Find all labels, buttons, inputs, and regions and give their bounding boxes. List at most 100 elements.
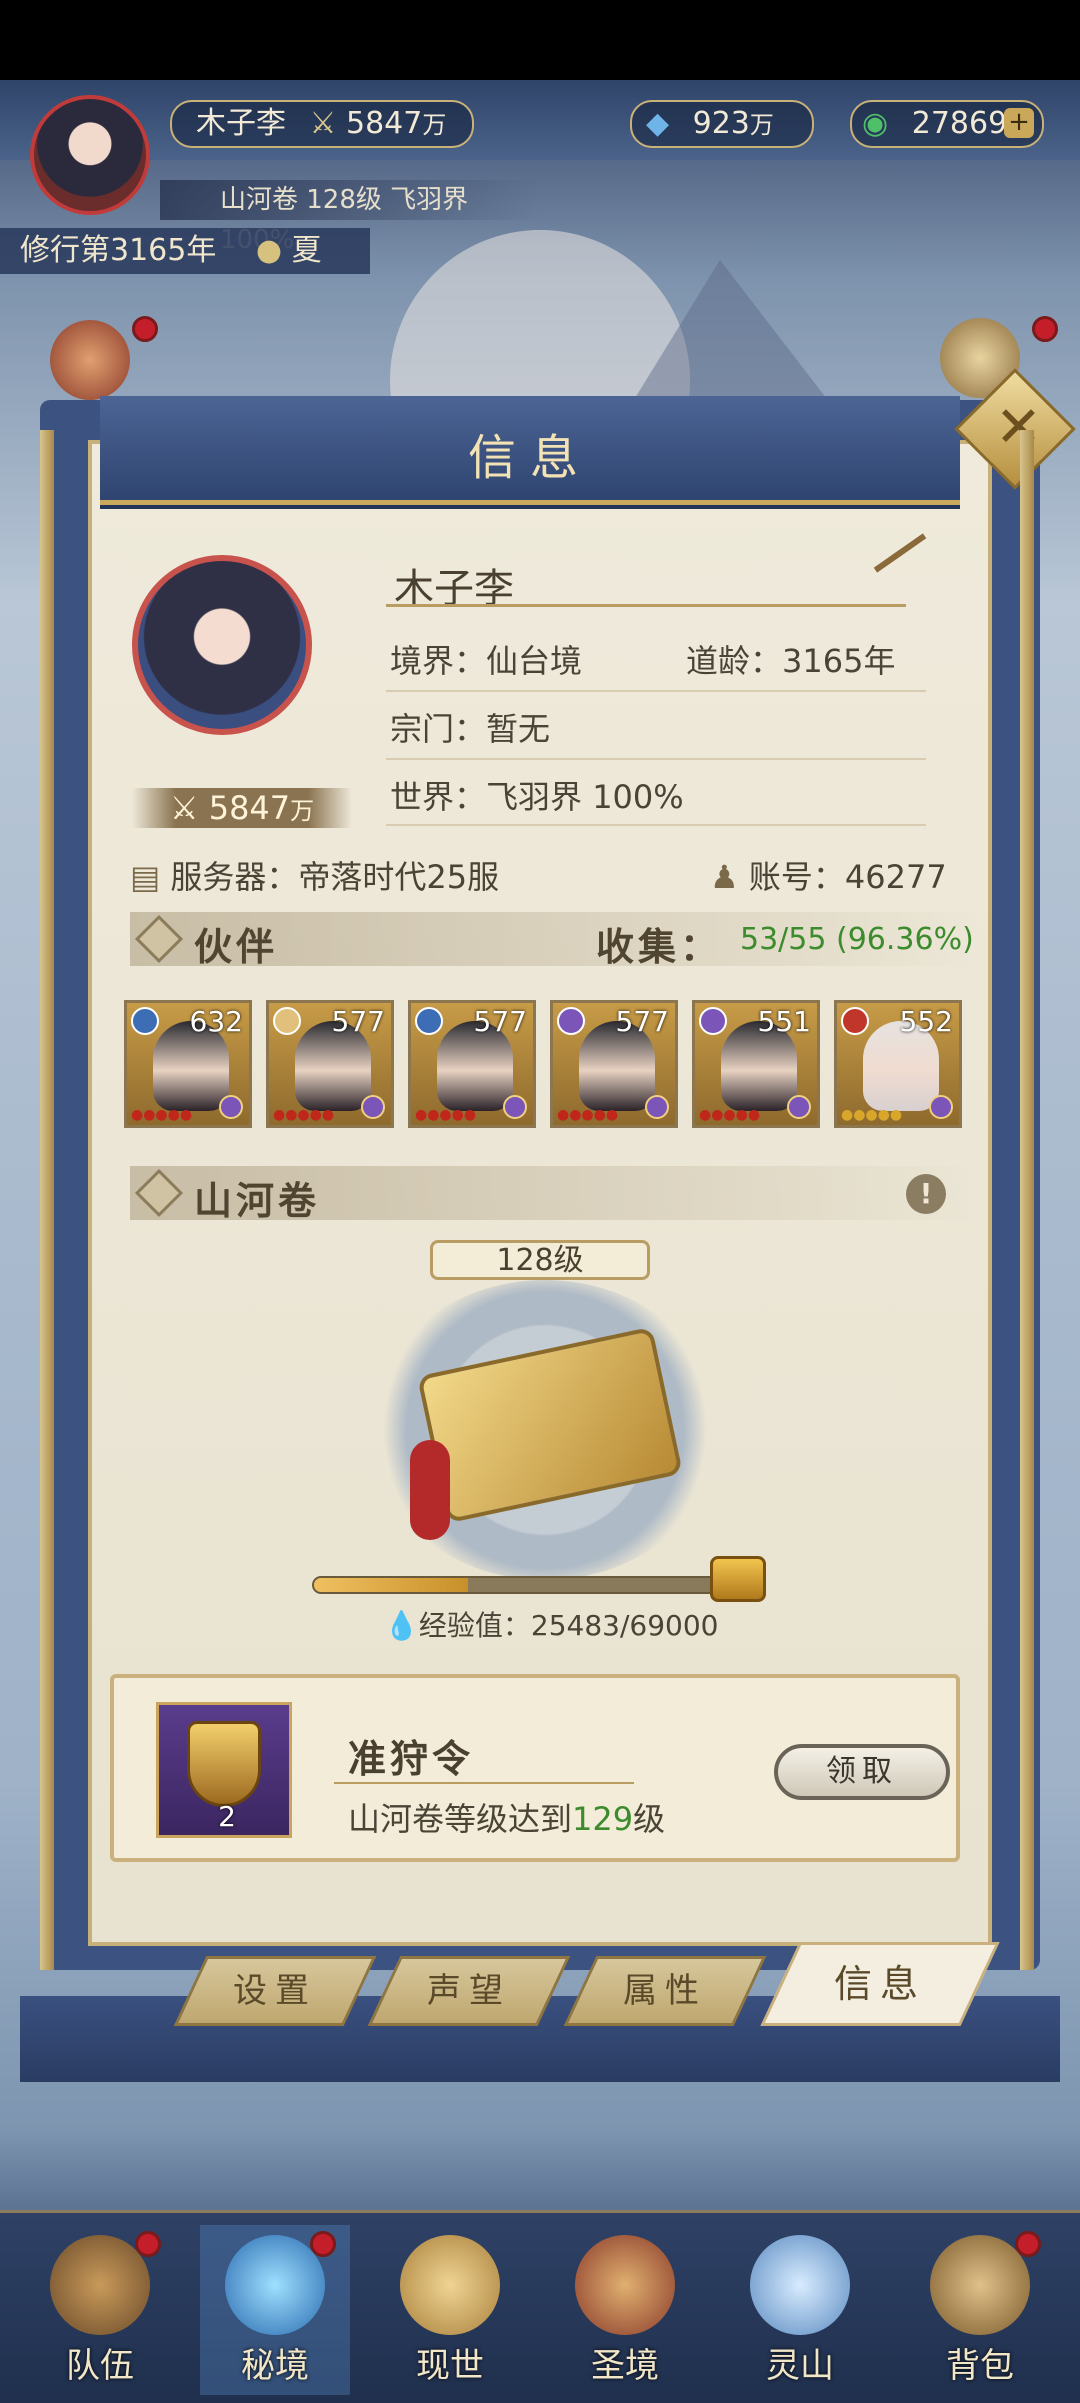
nav-bag[interactable]: 背包 — [905, 2225, 1055, 2395]
dialog-title: 信息 — [467, 430, 592, 486]
element-icon — [841, 1007, 869, 1035]
tab-info[interactable]: 信息 — [760, 1942, 1000, 2026]
partner-card[interactable]: 551 ●●●●● — [692, 1000, 820, 1128]
star-icons: ●●●●● — [273, 1107, 335, 1123]
spirit-stones: 923 — [692, 106, 750, 141]
nav-secret-realm[interactable]: 秘境 — [200, 2225, 350, 2395]
exp-bar — [312, 1576, 732, 1594]
server-value: 帝落时代25服 — [298, 858, 500, 896]
mountain-icon — [750, 2235, 850, 2335]
class-icon — [503, 1095, 527, 1119]
account-icon: ♟ — [710, 858, 749, 896]
spirit-stone-pill[interactable]: ◆ 923万 — [630, 100, 814, 148]
claim-button[interactable]: 领取 — [774, 1744, 950, 1800]
task-item-count: 2 — [218, 1800, 236, 1833]
task-item[interactable]: 2 — [156, 1702, 292, 1838]
scroll-ribbon — [410, 1440, 450, 1540]
nav-spirit-mountain[interactable]: 灵山 — [725, 2225, 875, 2395]
partner-card[interactable]: 552 ●●●●● — [834, 1000, 962, 1128]
world-row: 世界：飞羽界 100% — [390, 772, 684, 818]
player-name: 木子李 — [196, 106, 286, 141]
task-title: 准狩令 — [348, 1736, 475, 1781]
tab-label: 属性 — [623, 1971, 707, 2011]
treasure-chest-icon[interactable] — [710, 1556, 766, 1602]
task-card: 2 准狩令 山河卷等级达到129级 领取 — [110, 1674, 960, 1862]
server-label: 服务器： — [170, 858, 299, 896]
age-value: 3165年 — [782, 642, 896, 680]
name-power-pill: 木子李 ⚔ 5847万 — [170, 100, 474, 148]
combat-power: 5847 — [346, 106, 423, 141]
account-value: 46277 — [844, 858, 947, 896]
jade-icon: ◉ — [862, 106, 889, 141]
jade-count: 27869 — [911, 106, 1008, 141]
nav-team[interactable]: 队伍 — [25, 2225, 175, 2395]
nav-label: 灵山 — [766, 2346, 834, 2386]
realm-label: 境界： — [390, 642, 487, 680]
spirit-unit: 万 — [749, 111, 774, 139]
power-icon: ⚔ — [309, 106, 337, 141]
element-icon — [557, 1007, 585, 1035]
profile-power-unit: 万 — [290, 797, 315, 825]
world-value: 飞羽界 100% — [486, 778, 684, 816]
class-icon — [787, 1095, 811, 1119]
info-icon[interactable]: ! — [906, 1174, 946, 1214]
star-icons: ●●●●● — [131, 1107, 193, 1123]
realm-row: 境界：仙台境 — [390, 636, 582, 682]
scroll-header: 山河卷 ! — [130, 1166, 980, 1223]
profile-power: 5847 — [208, 789, 291, 827]
partner-card[interactable]: 577 ●●●●● — [266, 1000, 394, 1128]
sect-row: 宗门：暂无 — [390, 704, 550, 750]
element-icon — [273, 1007, 301, 1035]
task-desc-suffix: 级 — [633, 1800, 666, 1838]
collect-value: 53/55 (96.36%) — [740, 922, 974, 957]
cultivation-year: 修行第3165年 — [20, 233, 217, 268]
side-gourd-left[interactable] — [50, 320, 130, 400]
player-avatar[interactable] — [30, 95, 150, 215]
scroll-level: 128级 — [496, 1243, 584, 1278]
class-icon — [929, 1095, 953, 1119]
notification-dot — [310, 2231, 336, 2257]
jade-pill[interactable]: ◉ 27869 + — [850, 100, 1044, 148]
collect-label: 收集： — [596, 924, 723, 969]
star-icons: ●●●●● — [557, 1107, 619, 1123]
partner-card[interactable]: 577 ●●●●● — [408, 1000, 536, 1128]
account-row: ♟ 账号：46277 — [710, 852, 947, 898]
partner-card[interactable]: 577 ●●●●● — [550, 1000, 678, 1128]
nav-label: 背包 — [946, 2346, 1014, 2386]
spirit-stone-icon: ◆ — [646, 106, 670, 141]
exp-bar-fill — [314, 1578, 468, 1592]
nav-world[interactable]: 现世 — [375, 2225, 525, 2395]
dialog-title-bar: 信息 — [100, 396, 960, 505]
nav-label: 队伍 — [66, 2346, 134, 2386]
nav-holy-realm[interactable]: 圣境 — [550, 2225, 700, 2395]
palace-icon — [575, 2235, 675, 2335]
realm-value: 仙台境 — [486, 642, 583, 680]
task-title-underline — [334, 1782, 634, 1784]
tab-settings[interactable]: 设置 — [173, 1956, 377, 2026]
profile-avatar[interactable] — [132, 555, 312, 735]
add-icon[interactable]: + — [1004, 108, 1034, 138]
exp-row: 💧经验值：25483/69000 — [384, 1604, 718, 1644]
partner-card[interactable]: 632 ●●●●● — [124, 1000, 252, 1128]
tab-label: 声望 — [427, 1971, 511, 2011]
scroll-emblem[interactable] — [370, 1280, 720, 1580]
tab-reputation[interactable]: 声望 — [367, 1956, 571, 2026]
task-desc-prefix: 山河卷等级达到 — [348, 1800, 573, 1838]
profile-power-badge: ⚔ 5847万 — [132, 788, 352, 828]
tab-attributes[interactable]: 属性 — [563, 1956, 767, 2026]
notification-dot — [132, 316, 158, 342]
age-row: 道龄：3165年 — [686, 636, 895, 682]
scroll-icon — [417, 1326, 683, 1524]
partner-level: 552 — [899, 1005, 953, 1038]
close-glyph: ✕ — [995, 395, 1042, 461]
name-underline — [386, 604, 906, 607]
divider — [386, 758, 926, 760]
right-pillar — [1020, 430, 1034, 1970]
scroll-title: 山河卷 — [194, 1178, 321, 1223]
partner-level: 577 — [615, 1005, 669, 1038]
world-label: 世界： — [390, 778, 487, 816]
element-icon — [699, 1007, 727, 1035]
tab-label: 设置 — [233, 1971, 317, 2011]
task-desc: 山河卷等级达到129级 — [348, 1794, 665, 1840]
class-icon — [219, 1095, 243, 1119]
